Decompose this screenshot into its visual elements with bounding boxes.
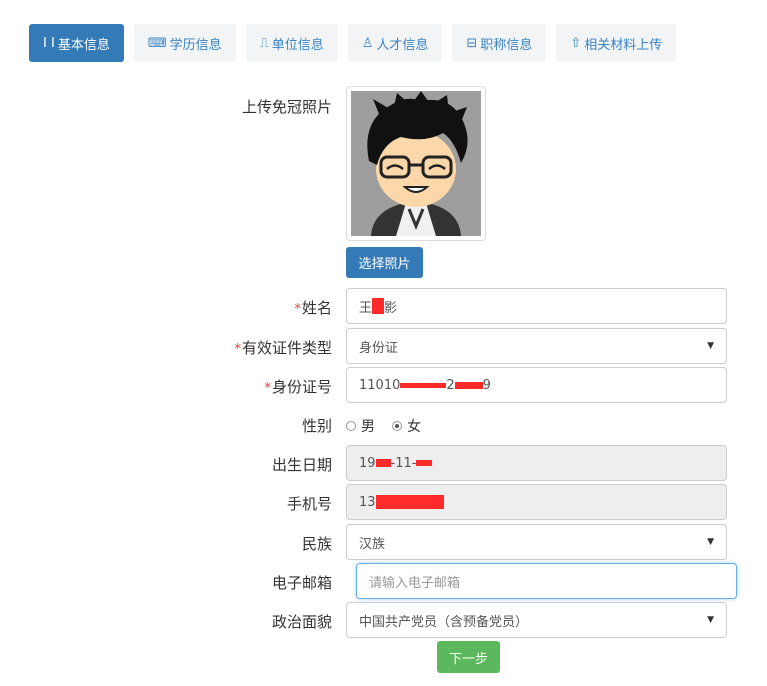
tab-label: 单位信息: [271, 37, 324, 53]
id-type-value: 身份证: [359, 340, 399, 356]
gender-radio-group: 男 女: [346, 416, 433, 436]
birth-date-input[interactable]: 19 -11-: [346, 445, 727, 481]
name-value-start: 王: [359, 300, 373, 316]
tab-label: 职称信息: [480, 37, 533, 53]
gender-label: 性别: [301, 417, 332, 435]
redaction-mark: [400, 382, 447, 388]
id-number-label: *身份证号: [264, 376, 332, 397]
redaction-mark: [375, 495, 444, 509]
choose-photo-button[interactable]: 选择照片: [346, 247, 423, 278]
email-label: 电子邮箱: [271, 574, 332, 592]
required-marker: *: [264, 381, 271, 396]
email-input[interactable]: 请输入电子邮箱: [356, 563, 737, 599]
id-number-input[interactable]: 11010 2 9: [346, 367, 727, 403]
phone-label: 手机号: [286, 495, 332, 513]
tab-label: 相关材料上传: [584, 37, 663, 53]
gender-female-radio[interactable]: 女: [392, 416, 421, 436]
id-number-value-start: 11010: [359, 377, 401, 393]
ethnicity-select[interactable]: 汉族 ▼: [346, 524, 727, 560]
building-icon: ⎍: [259, 35, 269, 51]
birth-value-start: 19: [359, 455, 376, 471]
caret-down-icon: ▼: [707, 341, 714, 351]
certificate-icon: ⊟: [466, 35, 478, 51]
caret-down-icon: ▼: [707, 537, 714, 547]
ethnicity-value: 汉族: [359, 536, 386, 552]
political-status-value: 中国共产党员（含预备党员）: [359, 614, 529, 630]
tab-employer-info[interactable]: ⎍ 单位信息: [245, 24, 338, 62]
tab-materials-upload[interactable]: ⇧ 相关材料上传: [556, 24, 677, 62]
radio-label: 女: [407, 419, 422, 435]
political-status-label: 政治面貌: [271, 613, 332, 631]
gender-male-radio[interactable]: 男: [346, 416, 375, 436]
name-label: *姓名: [294, 297, 332, 318]
radio-label: 男: [361, 419, 375, 435]
political-status-select[interactable]: 中国共产党员（含预备党员） ▼: [346, 602, 727, 638]
caret-down-icon: ▼: [707, 615, 714, 625]
tab-basic-info[interactable]: I I 基本信息: [29, 24, 124, 62]
id-number-label-text: 身份证号: [271, 378, 332, 396]
radio-checked-icon: [392, 421, 403, 431]
phone-input[interactable]: 13: [346, 484, 727, 520]
id-number-value-end: 9: [482, 377, 491, 393]
photo-preview: [346, 86, 486, 241]
tab-label: 人才信息: [376, 37, 429, 53]
avatar: [351, 91, 481, 236]
graduation-icon: ⌨: [147, 35, 167, 51]
tab-bar: I I 基本信息 ⌨ 学历信息 ⎍ 单位信息 ♙ 人才信息 ⊟ 职称信息 ⇧ 相关材料上传: [29, 24, 677, 62]
required-marker: *: [234, 342, 241, 357]
radio-circle-icon: [346, 421, 356, 431]
photo-label: 上传免冠照片: [241, 98, 332, 116]
tab-label: 基本信息: [57, 37, 110, 53]
redaction-mark: [375, 459, 391, 467]
name-value-end: 影: [384, 300, 398, 316]
required-marker: *: [294, 302, 301, 317]
id-type-label: *有效证件类型: [234, 337, 332, 358]
redaction-mark: [416, 460, 433, 466]
id-type-select[interactable]: 身份证 ▼: [346, 328, 727, 364]
tab-label: 学历信息: [169, 37, 222, 53]
redaction-mark: [454, 381, 483, 389]
ethnicity-label: 民族: [301, 535, 332, 553]
tab-title-info[interactable]: ⊟ 职称信息: [452, 24, 547, 62]
id-number-value-mid: 2: [446, 377, 455, 393]
id-type-label-text: 有效证件类型: [241, 339, 332, 357]
avatar-illustration: [351, 91, 481, 236]
birth-date-label: 出生日期: [271, 456, 332, 474]
phone-value-start: 13: [359, 494, 376, 510]
birth-value-mid: -11-: [390, 455, 417, 471]
tab-education-info[interactable]: ⌨ 学历信息: [133, 24, 236, 62]
user-icon: ♙: [361, 35, 374, 51]
tab-talent-info[interactable]: ♙ 人才信息: [347, 24, 443, 62]
redaction-mark: [372, 298, 385, 314]
id-card-icon: I I: [43, 35, 55, 51]
name-input[interactable]: 王影: [346, 288, 727, 324]
name-label-text: 姓名: [301, 299, 332, 317]
email-placeholder: 请输入电子邮箱: [369, 575, 461, 591]
upload-icon: ⇧: [570, 35, 582, 51]
next-step-button[interactable]: 下一步: [437, 641, 500, 673]
